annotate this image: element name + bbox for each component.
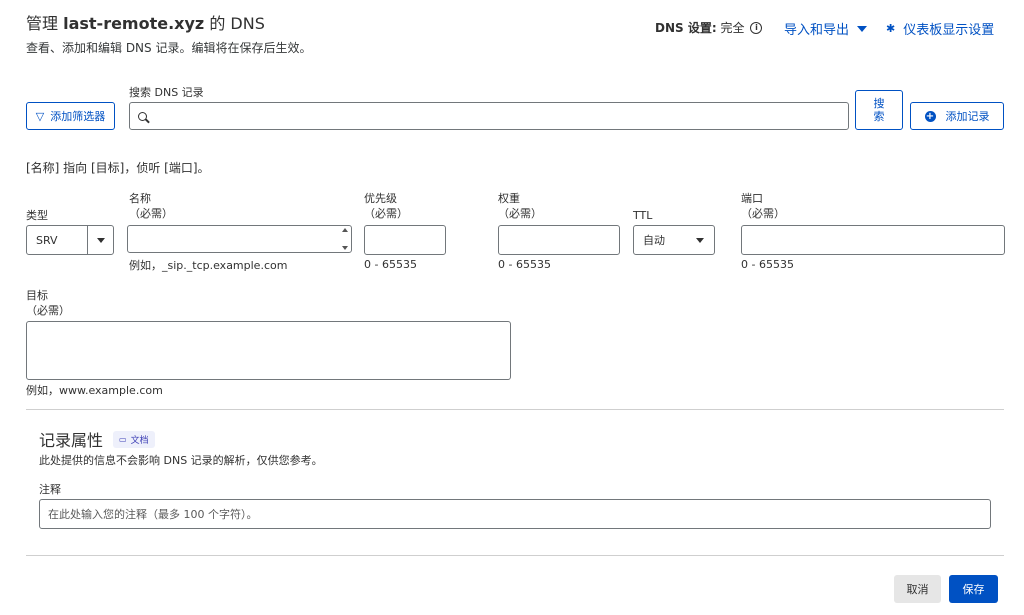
search-field[interactable]	[129, 102, 849, 130]
priority-hint: 0 - 65535	[364, 258, 417, 271]
ttl-select-value: 自动	[643, 234, 665, 247]
weight-input[interactable]	[498, 225, 620, 255]
name-label: 名称 （必需）	[129, 192, 173, 220]
type-label: 类型	[26, 209, 48, 222]
record-attributes-title: 记录属性 ▭ 文档	[39, 427, 155, 451]
search-button[interactable]: 搜 索	[855, 90, 903, 130]
dashboard-settings-link[interactable]: ✱ 仪表板显示设置	[886, 19, 994, 38]
import-export-dropdown[interactable]: 导入和导出	[784, 19, 868, 38]
save-button[interactable]: 保存	[949, 575, 998, 603]
filter-icon: ▽	[35, 109, 45, 123]
plus-circle-icon: +	[924, 110, 936, 122]
zone-name: last-remote.xyz	[63, 14, 205, 33]
chevron-down-icon	[696, 237, 704, 243]
add-filter-button[interactable]: ▽ 添加筛选器	[26, 102, 115, 130]
spinner-icon[interactable]	[340, 228, 350, 250]
ttl-label: TTL	[633, 209, 653, 222]
info-icon[interactable]: i	[750, 21, 763, 34]
note-label: 注释	[39, 483, 61, 496]
name-hint: 例如，_sip._tcp.example.com	[129, 259, 288, 272]
cancel-button[interactable]: 取消	[894, 575, 941, 603]
dns-setting-label: DNS 设置:	[655, 21, 717, 35]
target-hint: 例如，www.example.com	[26, 384, 163, 397]
page-title: 管理 last-remote.xyz 的 DNS	[26, 14, 265, 33]
weight-hint: 0 - 65535	[498, 258, 551, 271]
note-input[interactable]	[48, 507, 990, 521]
port-hint: 0 - 65535	[741, 258, 794, 271]
record-pattern: [名称] 指向 [目标]，侦听 [端口]。	[26, 161, 210, 175]
chevron-down-icon	[96, 237, 105, 243]
name-input[interactable]	[127, 225, 352, 253]
page-subtitle: 查看、添加和编辑 DNS 记录。编辑将在保存后生效。	[26, 41, 312, 55]
port-input[interactable]	[741, 225, 1005, 255]
search-label: 搜索 DNS 记录	[129, 86, 204, 99]
add-record-button[interactable]: + 添加记录	[910, 102, 1004, 130]
priority-input[interactable]	[364, 225, 446, 255]
target-textarea[interactable]	[26, 321, 511, 380]
caret-down-icon	[857, 25, 868, 32]
ttl-select[interactable]: 自动	[633, 225, 715, 255]
divider	[26, 409, 1004, 410]
port-label: 端口 （必需）	[741, 192, 785, 220]
gear-icon: ✱	[886, 22, 896, 35]
priority-label: 优先级 （必需）	[364, 192, 408, 220]
search-input[interactable]	[153, 104, 848, 128]
book-icon: ▭	[119, 434, 127, 444]
note-field[interactable]	[39, 499, 991, 529]
type-select-value: SRV	[36, 233, 58, 247]
target-label: 目标 （必需）	[26, 289, 70, 317]
divider	[26, 555, 1004, 556]
record-attributes-subtitle: 此处提供的信息不会影响 DNS 记录的解析，仅供您参考。	[39, 454, 323, 467]
search-icon	[138, 111, 147, 121]
dns-setting: DNS 设置: 完全 i	[655, 19, 763, 36]
type-select[interactable]: SRV	[26, 225, 114, 255]
dns-setting-value: 完全	[720, 21, 745, 35]
docs-link[interactable]: ▭ 文档	[113, 430, 155, 448]
weight-label: 权重 （必需）	[498, 192, 542, 220]
